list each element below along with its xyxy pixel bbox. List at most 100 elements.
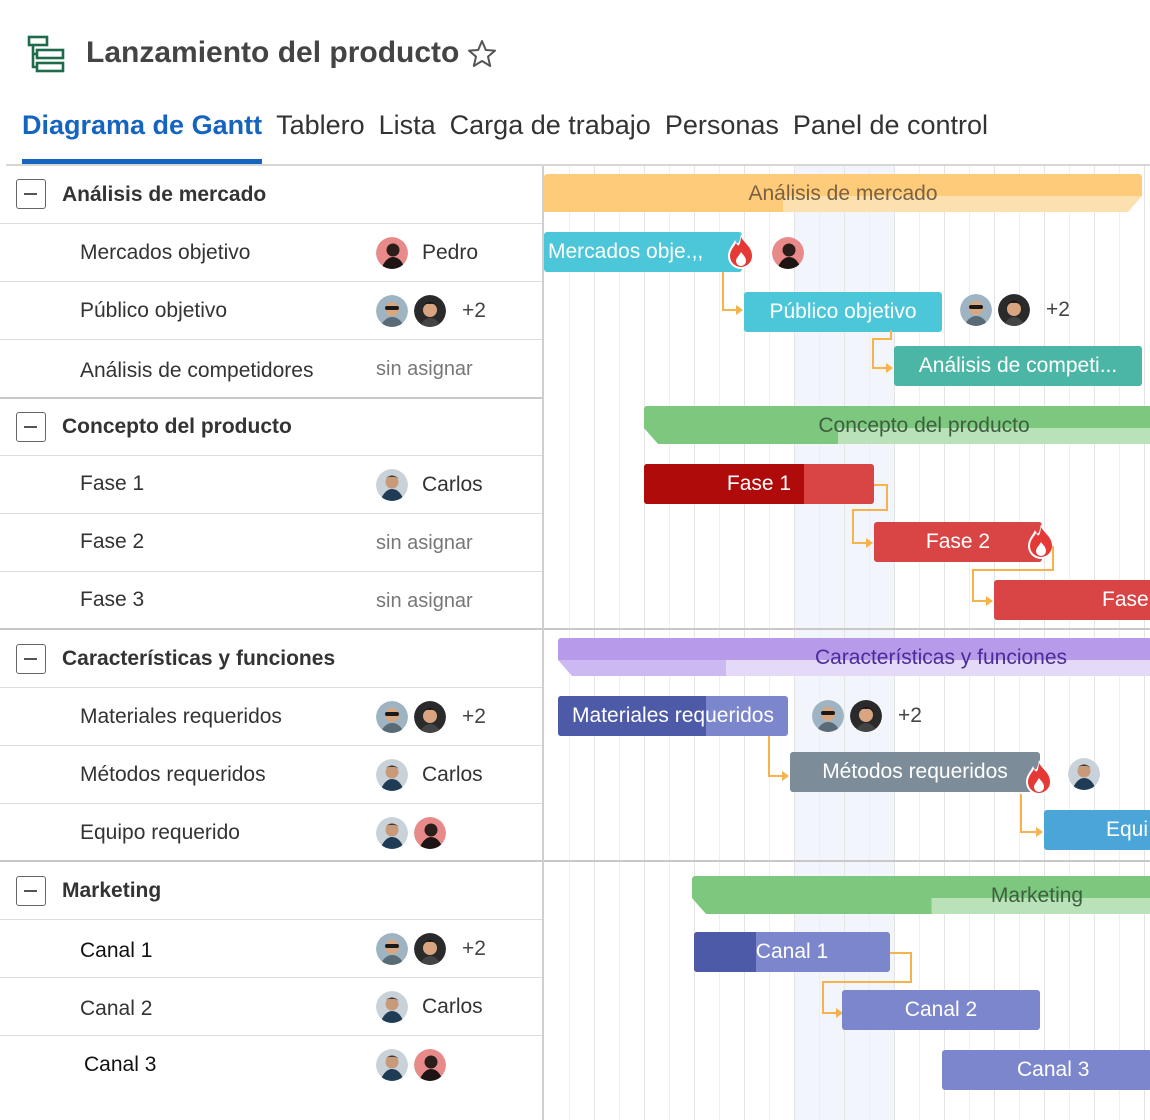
assignee[interactable]: sin asignar [376, 352, 473, 386]
group-bar-analisis[interactable]: Análisis de mercado [544, 174, 1142, 214]
assignee[interactable]: +2 [376, 700, 486, 734]
assignee[interactable]: Carlos [376, 990, 483, 1024]
collapse-icon[interactable] [16, 179, 46, 209]
task-row[interactable]: Canal 1 +2 [0, 920, 543, 978]
task-row[interactable]: Canal 3 [0, 1036, 543, 1094]
task-bar-fase3[interactable]: Fase [994, 580, 1150, 620]
task-row[interactable]: Análisis de competidores sin asignar [0, 340, 543, 399]
task-row[interactable]: Canal 2 Carlos [0, 978, 543, 1036]
dependency-line [890, 952, 912, 954]
group-row[interactable]: Análisis de mercado [0, 166, 543, 224]
assignee[interactable]: sin asignar [376, 584, 473, 618]
assignee-more: +2 [898, 704, 922, 727]
group-row[interactable]: Características y funciones [0, 630, 543, 688]
assignee[interactable] [376, 1048, 446, 1082]
task-bar-canal1[interactable]: Canal 1 [694, 932, 890, 972]
bar-assignees: +2 [960, 294, 1070, 326]
task-bar-canal3[interactable]: Canal 3 [942, 1050, 1150, 1090]
dependency-line [910, 952, 912, 982]
assignee[interactable] [376, 816, 446, 850]
task-bar-fase1[interactable]: Fase 1 [644, 464, 874, 504]
group-bar-caracteristicas[interactable]: Características y funciones [558, 638, 1150, 678]
bar-assignee [772, 237, 804, 269]
task-label: Análisis de competidores [80, 359, 314, 382]
task-label: Equipo requerido [80, 821, 240, 844]
avatar-carlos [376, 817, 408, 849]
tab-tablero[interactable]: Tablero [276, 106, 365, 164]
avatar-pedro [414, 817, 446, 849]
assignee[interactable]: Carlos [376, 468, 483, 502]
page-title: Lanzamiento del producto [86, 36, 460, 69]
task-bar-equipo[interactable]: Equi [1044, 810, 1150, 850]
avatar-dark-hair [850, 700, 882, 732]
task-bar-competidores[interactable]: Análisis de competi... [894, 346, 1142, 386]
dependency-arrow [886, 363, 893, 373]
avatar-sunglasses [376, 933, 408, 965]
group-label: Concepto del producto [62, 415, 292, 438]
group-bar-label: Concepto del producto [818, 414, 1030, 437]
task-label: Mercados objetivo [80, 241, 251, 264]
assignee[interactable]: Carlos [376, 758, 483, 792]
assignee-more: +2 [462, 705, 486, 728]
fire-icon [726, 232, 756, 270]
task-row[interactable]: Público objetivo +2 [0, 282, 543, 340]
tab-lista[interactable]: Lista [379, 106, 436, 164]
assignee-more: +2 [1046, 298, 1070, 321]
dependency-line [822, 981, 912, 983]
assignee[interactable]: +2 [376, 932, 486, 966]
dependency-line [890, 330, 892, 338]
assignee[interactable]: Pedro [376, 236, 478, 270]
task-row[interactable]: Mercados objetivo Pedro [0, 224, 543, 282]
task-row[interactable]: Materiales requeridos +2 [0, 688, 543, 746]
dependency-line [722, 272, 724, 310]
avatar-carlos [376, 991, 408, 1023]
dependency-line [722, 309, 736, 311]
group-bar-label: Características y funciones [814, 646, 1068, 669]
group-row[interactable]: Marketing [0, 862, 543, 920]
dependency-line [822, 981, 824, 1013]
collapse-icon[interactable] [16, 876, 46, 906]
task-bar-canal2[interactable]: Canal 2 [842, 990, 1040, 1030]
group-bar-marketing[interactable]: Marketing [692, 876, 1150, 916]
dependency-arrow [986, 596, 993, 606]
task-bar-materiales[interactable]: Materiales requeridos [558, 696, 788, 736]
task-bar-metodos[interactable]: Métodos requeridos [790, 752, 1040, 792]
task-bar-mercados[interactable]: Mercados obje.,, [544, 232, 742, 272]
avatar-sunglasses [376, 701, 408, 733]
tab-personas[interactable]: Personas [665, 106, 779, 164]
dependency-line [1052, 546, 1054, 570]
group-row[interactable]: Concepto del producto [0, 399, 543, 456]
task-row[interactable]: Fase 3 sin asignar [0, 572, 543, 630]
assignee[interactable]: +2 [376, 294, 486, 328]
avatar-sunglasses [812, 700, 844, 732]
task-row[interactable]: Fase 1 Carlos [0, 456, 543, 514]
task-bar-label: Materiales requeridos [572, 704, 774, 727]
task-row[interactable]: Equipo requerido [0, 804, 543, 862]
tab-carga-de-trabajo[interactable]: Carga de trabajo [450, 106, 651, 164]
collapse-icon[interactable] [16, 412, 46, 442]
task-bar-publico[interactable]: Público objetivo [744, 292, 942, 332]
task-bar-fase2[interactable]: Fase 2 [874, 522, 1042, 562]
task-bar-label: Canal 1 [755, 940, 829, 963]
tab-diagrama-de-gantt[interactable]: Diagrama de Gantt [22, 106, 263, 164]
dependency-line [768, 736, 770, 776]
assignee-name: Pedro [422, 241, 479, 264]
star-outline-icon[interactable] [466, 38, 498, 70]
view-tabs: Diagrama de Gantt Tablero Lista Carga de… [22, 106, 988, 166]
task-row[interactable]: Fase 2 sin asignar [0, 514, 543, 572]
collapse-icon[interactable] [16, 644, 46, 674]
unassigned-label: sin asignar [376, 589, 473, 612]
group-bar-concepto[interactable]: Concepto del producto [644, 406, 1150, 446]
tab-panel-de-control[interactable]: Panel de control [793, 106, 988, 164]
task-label: Canal 2 [80, 997, 153, 1020]
group-bar-label: Marketing [990, 884, 1084, 907]
avatar-carlos [376, 759, 408, 791]
task-label: Fase 3 [80, 588, 145, 611]
assignee[interactable]: sin asignar [376, 526, 473, 560]
task-label: Fase 2 [80, 530, 145, 553]
bar-assignees: +2 [812, 700, 922, 732]
assignee-name: Carlos [422, 995, 483, 1018]
avatar-carlos [376, 1049, 408, 1081]
task-bar-label: Fase 2 [925, 530, 991, 553]
task-row[interactable]: Métodos requeridos Carlos [0, 746, 543, 804]
